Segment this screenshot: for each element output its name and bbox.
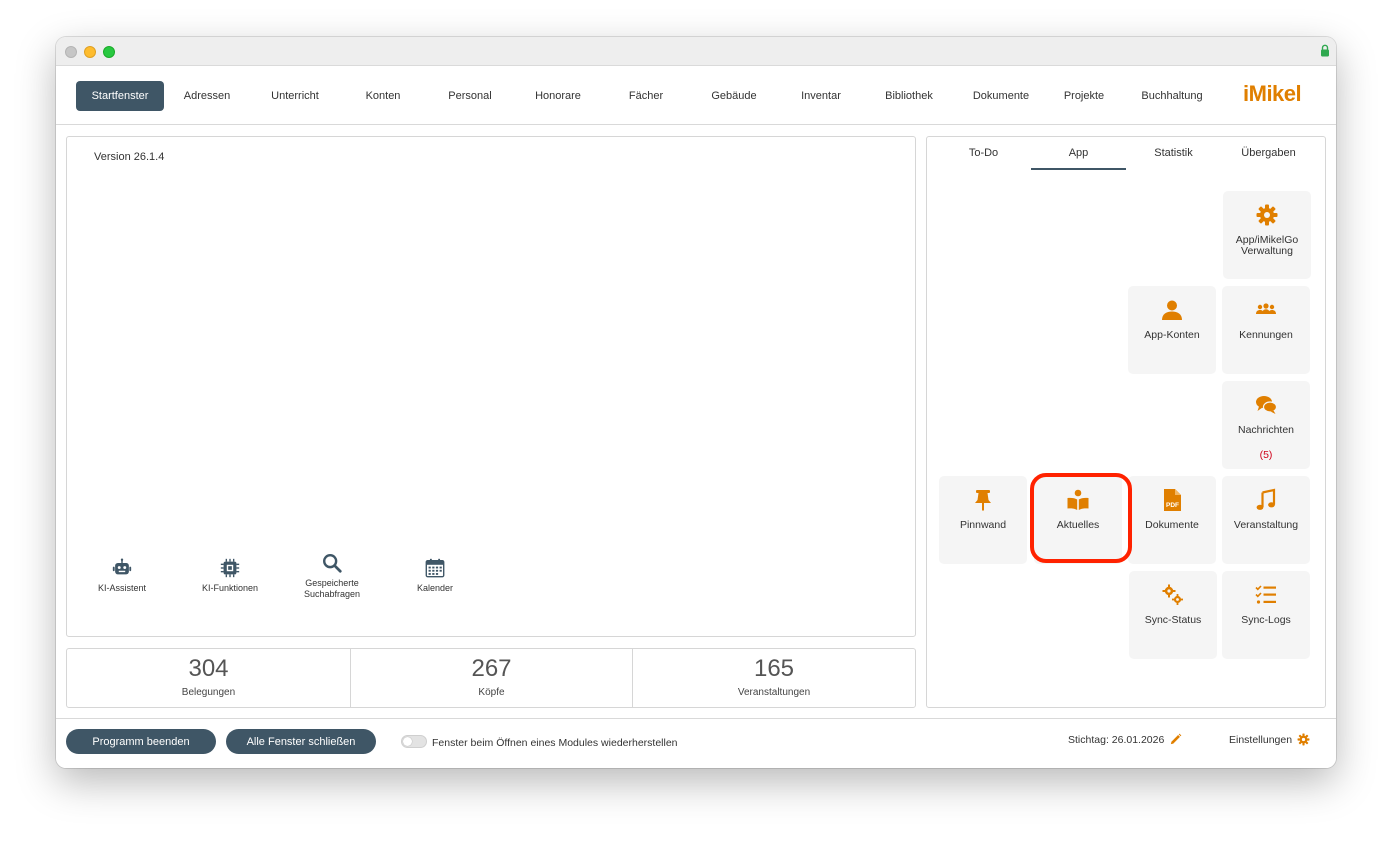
checklist-icon [1255,585,1276,604]
tab-todo[interactable]: To-Do [936,147,1031,170]
pdf-file-icon: PDF [1164,489,1181,511]
tab-app[interactable]: App [1031,147,1126,170]
version-label: Version 26.1.4 [94,151,165,163]
start-panel: Version 26.1.4 KI-Assistent KI-Funktione… [66,136,916,637]
pin-icon [975,490,991,511]
tile-label: App-Konten [1144,329,1200,341]
nav-buchhaltung[interactable]: Buchhaltung [1131,81,1213,111]
app-window: Startfenster Adressen Unterricht Konten … [56,37,1336,768]
tile-label: Sync-Status [1144,614,1202,626]
nav-startfenster[interactable]: Startfenster [76,81,164,111]
stichtag-label: Stichtag: 26.01.2026 [1068,733,1165,746]
nav-faecher[interactable]: Fächer [607,81,685,111]
gear-icon [1297,733,1310,746]
tile-label: App/iMikelGo Verwaltung [1235,234,1299,257]
chip-icon [220,558,240,578]
stat-veranstaltungen: 165 Veranstaltungen [633,649,915,707]
tool-kalender[interactable]: Kalender [390,557,480,607]
tool-label: Gespeicherte Suchabfragen [303,578,361,599]
nav-dokumente[interactable]: Dokumente [961,81,1041,111]
tile-label: Kennungen [1239,329,1293,341]
quit-program-button[interactable]: Programm beenden [66,729,216,754]
close-all-windows-button[interactable]: Alle Fenster schließen [226,729,376,754]
tab-statistik[interactable]: Statistik [1126,147,1221,170]
nav-gebaeude[interactable]: Gebäude [695,81,773,111]
lock-icon [1321,44,1329,57]
main-navigation: Startfenster Adressen Unterricht Konten … [56,67,1336,125]
tile-kennungen[interactable]: Kennungen [1222,286,1310,374]
nav-inventar[interactable]: Inventar [782,81,860,111]
users-group-icon [1256,303,1276,314]
settings-link[interactable]: Einstellungen [1229,733,1310,746]
stat-label: Veranstaltungen [737,687,811,698]
chat-bubbles-icon [1256,396,1278,414]
tool-label: KI-Funktionen [201,583,259,593]
minimize-window-button[interactable] [84,46,96,58]
tile-label: Sync-Logs [1241,614,1291,626]
tile-veranstaltung[interactable]: Veranstaltung [1222,476,1310,564]
settings-label: Einstellungen [1229,733,1293,746]
footer-bar: Programm beenden Alle Fenster schließen … [56,718,1336,768]
nav-konten[interactable]: Konten [344,81,422,111]
pencil-icon[interactable] [1169,733,1182,746]
stat-belegungen: 304 Belegungen [67,649,350,707]
tool-label: KI-Assistent [97,583,146,593]
tile-dokumente[interactable]: PDF Dokumente [1128,476,1216,564]
restore-windows-toggle[interactable] [401,735,427,748]
tool-ki-assistent[interactable]: KI-Assistent [77,557,167,607]
nav-unterricht[interactable]: Unterricht [256,81,334,111]
unread-count-badge: (5) [1259,449,1273,461]
stichtag-field[interactable]: Stichtag: 26.01.2026 [1068,733,1182,746]
stat-value: 165 [753,655,795,682]
title-bar [56,37,1336,66]
tile-label: Nachrichten [1237,424,1295,436]
music-note-icon [1256,488,1276,510]
tab-uebergaben[interactable]: Übergaben [1221,147,1316,170]
nav-bibliothek[interactable]: Bibliothek [870,81,948,111]
restore-windows-label: Fenster beim Öffnen eines Modules wieder… [432,737,678,749]
stat-label: Köpfe [478,687,505,698]
stat-value: 304 [188,655,229,682]
tile-app-verwaltung[interactable]: App/iMikelGo Verwaltung [1223,191,1311,279]
highlight-annotation [1030,473,1132,563]
zoom-window-button[interactable] [103,46,115,58]
tool-ki-funktionen[interactable]: KI-Funktionen [185,557,275,607]
tool-gespeicherte-suchabfragen[interactable]: Gespeicherte Suchabfragen [287,552,377,602]
nav-personal[interactable]: Personal [431,81,509,111]
tile-label: Pinnwand [959,519,1007,531]
nav-projekte[interactable]: Projekte [1045,81,1123,111]
nav-honorare[interactable]: Honorare [519,81,597,111]
tile-pinnwand[interactable]: Pinnwand [939,476,1027,564]
gear-icon [1256,204,1278,226]
tile-sync-logs[interactable]: Sync-Logs [1222,571,1310,659]
stat-label: Belegungen [181,687,236,698]
svg-text:PDF: PDF [1166,502,1179,509]
tile-sync-status[interactable]: Sync-Status [1129,571,1217,659]
imikel-logo: iMikel [1241,81,1319,111]
tile-label: Dokumente [1145,519,1199,531]
user-icon [1162,300,1182,320]
tool-label: Kalender [416,583,454,593]
stat-value: 267 [471,655,512,682]
tile-label: Veranstaltung [1233,519,1299,531]
robot-icon [112,558,132,575]
tile-nachrichten[interactable]: Nachrichten (5) [1222,381,1310,469]
gears-icon [1162,584,1183,605]
search-icon [323,554,342,573]
nav-adressen[interactable]: Adressen [169,81,245,111]
stat-koepfe: 267 Köpfe [351,649,632,707]
calendar-icon [425,558,445,578]
close-window-button[interactable] [65,46,77,58]
stats-bar: 304 Belegungen 267 Köpfe 165 Veranstaltu… [66,648,916,708]
tile-app-konten[interactable]: App-Konten [1128,286,1216,374]
logo-text: iMikel [1243,81,1302,106]
